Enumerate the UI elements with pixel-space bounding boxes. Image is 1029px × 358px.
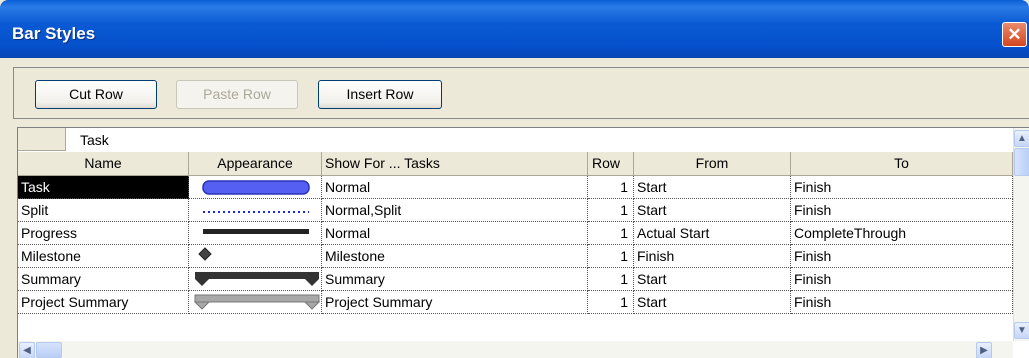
bar-styles-grid: Task Name Appearance Show For ... Tasks … — [17, 127, 1029, 358]
scroll-up-button[interactable]: ▲ — [1014, 130, 1029, 147]
scroll-down-button[interactable]: ▼ — [1014, 322, 1029, 339]
chevron-left-icon: ◀ — [23, 345, 31, 356]
vertical-scrollbar[interactable]: ▲ ▼ — [1013, 128, 1029, 341]
cell-row[interactable]: 1 — [588, 222, 634, 245]
cell-appearance[interactable] — [189, 222, 322, 245]
cell-row[interactable]: 1 — [588, 268, 634, 291]
cell-name[interactable]: Task — [18, 176, 189, 199]
summary-bar-icon — [195, 272, 319, 286]
blue-dotted-line-icon — [203, 211, 309, 213]
dialog-title: Bar Styles — [12, 24, 96, 43]
cell-row[interactable]: 1 — [588, 199, 634, 222]
cell-from[interactable]: Start — [634, 268, 791, 291]
cell-row[interactable]: 1 — [588, 176, 634, 199]
cell-appearance[interactable] — [189, 176, 322, 199]
title-bar[interactable]: Bar Styles ✕ — [0, 0, 1029, 58]
chevron-right-icon: ▶ — [980, 345, 988, 356]
blue-rounded-bar-icon — [202, 180, 310, 195]
insert-row-button[interactable]: Insert Row — [318, 80, 442, 109]
cell-to[interactable]: Finish — [791, 245, 1013, 268]
close-button[interactable]: ✕ — [1002, 22, 1027, 47]
cell-name[interactable]: Split — [18, 199, 189, 222]
cell-to[interactable]: Finish — [791, 176, 1013, 199]
progress-bar-icon — [203, 229, 309, 234]
column-header-from[interactable]: From — [634, 152, 791, 176]
cell-show-for[interactable]: Normal — [322, 176, 588, 199]
diamond-icon — [198, 247, 212, 261]
cell-from[interactable]: Finish — [634, 245, 791, 268]
column-header-to[interactable]: To — [791, 152, 1013, 176]
close-icon: ✕ — [1007, 25, 1022, 44]
cut-row-button[interactable]: Cut Row — [35, 80, 157, 109]
column-header-row[interactable]: Row — [588, 152, 634, 176]
cell-name[interactable]: Milestone — [18, 245, 189, 268]
cell-row[interactable]: 1 — [588, 245, 634, 268]
scroll-right-button[interactable]: ▶ — [976, 342, 992, 358]
chevron-up-icon: ▲ — [1017, 133, 1027, 144]
edit-bar-corner — [18, 128, 66, 151]
cell-appearance[interactable] — [189, 291, 322, 314]
cell-appearance[interactable] — [189, 245, 322, 268]
cell-name[interactable]: Summary — [18, 268, 189, 291]
paste-row-button[interactable]: Paste Row — [176, 80, 298, 109]
cell-appearance[interactable] — [189, 268, 322, 291]
project-summary-bar-icon — [193, 294, 321, 310]
row-toolbar: Cut Row Paste Row Insert Row — [13, 67, 1029, 119]
cell-to[interactable]: Finish — [791, 199, 1013, 222]
chevron-down-icon: ▼ — [1017, 325, 1027, 336]
cell-to[interactable]: Finish — [791, 268, 1013, 291]
vertical-scroll-thumb[interactable] — [1014, 148, 1029, 176]
cell-show-for[interactable]: Normal,Split — [322, 199, 588, 222]
cell-show-for[interactable]: Normal — [322, 222, 588, 245]
cell-show-for[interactable]: Project Summary — [322, 291, 588, 314]
cell-show-for[interactable]: Milestone — [322, 245, 588, 268]
cell-name[interactable]: Progress — [18, 222, 189, 245]
cell-from[interactable]: Start — [634, 291, 791, 314]
horizontal-scrollbar[interactable]: ◀ ▶ — [18, 341, 1013, 358]
horizontal-scroll-thumb[interactable] — [36, 342, 62, 358]
scroll-left-button[interactable]: ◀ — [19, 342, 35, 358]
cell-appearance[interactable] — [189, 199, 322, 222]
cell-from[interactable]: Actual Start — [634, 222, 791, 245]
column-header-show-for[interactable]: Show For ... Tasks — [322, 152, 588, 176]
cell-from[interactable]: Start — [634, 199, 791, 222]
cell-name[interactable]: Project Summary — [18, 291, 189, 314]
cell-to[interactable]: Finish — [791, 291, 1013, 314]
column-header-name[interactable]: Name — [18, 152, 189, 176]
bar-styles-dialog: Bar Styles ✕ Cut Row Paste Row Insert Ro… — [0, 0, 1029, 358]
column-header-appearance[interactable]: Appearance — [189, 152, 322, 176]
cell-to[interactable]: CompleteThrough — [791, 222, 1013, 245]
edit-bar-value[interactable]: Task — [80, 132, 109, 148]
cell-row[interactable]: 1 — [588, 291, 634, 314]
cell-from[interactable]: Start — [634, 176, 791, 199]
cell-show-for[interactable]: Summary — [322, 268, 588, 291]
